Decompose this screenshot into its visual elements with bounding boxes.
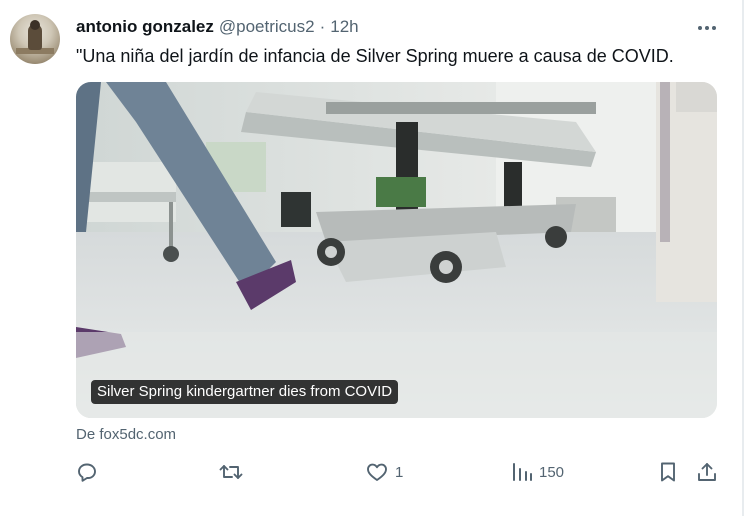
display-name[interactable]: antonio gonzalez: [76, 17, 214, 37]
share-icon: [695, 460, 719, 484]
reply-icon: [75, 460, 99, 484]
action-bar: 1 150: [0, 452, 744, 492]
tweet[interactable]: antonio gonzalez @poetricus2 · 12h "Una …: [0, 0, 744, 516]
card-caption: Silver Spring kindergartner dies from CO…: [91, 380, 399, 404]
more-button[interactable]: [694, 17, 720, 37]
avatar[interactable]: [10, 14, 60, 64]
like-count: 1: [395, 463, 404, 481]
retweet-button[interactable]: [218, 452, 250, 492]
user-handle[interactable]: @poetricus2: [219, 17, 315, 37]
views-count: 150: [539, 463, 565, 481]
heart-icon: [365, 460, 389, 484]
reply-button[interactable]: [75, 452, 105, 492]
tweet-text: "Una niña del jardín de infancia de Silv…: [76, 46, 674, 66]
share-button[interactable]: [695, 452, 719, 492]
like-button[interactable]: 1: [365, 452, 403, 492]
separator-dot: ·: [319, 17, 326, 36]
bookmark-icon: [656, 460, 680, 484]
card-image: [76, 82, 717, 418]
bookmark-button[interactable]: [656, 452, 680, 492]
retweet-icon: [218, 460, 244, 484]
avatar-head: [30, 20, 40, 30]
views-icon: [511, 460, 533, 484]
card-source[interactable]: De fox5dc.com: [76, 426, 176, 443]
timestamp[interactable]: 12h: [330, 17, 358, 37]
tweet-header: antonio gonzalez @poetricus2 · 12h: [76, 16, 359, 38]
views-button[interactable]: 150: [511, 452, 564, 492]
more-icon: [697, 18, 717, 36]
link-card[interactable]: Silver Spring kindergartner dies from CO…: [76, 82, 717, 418]
